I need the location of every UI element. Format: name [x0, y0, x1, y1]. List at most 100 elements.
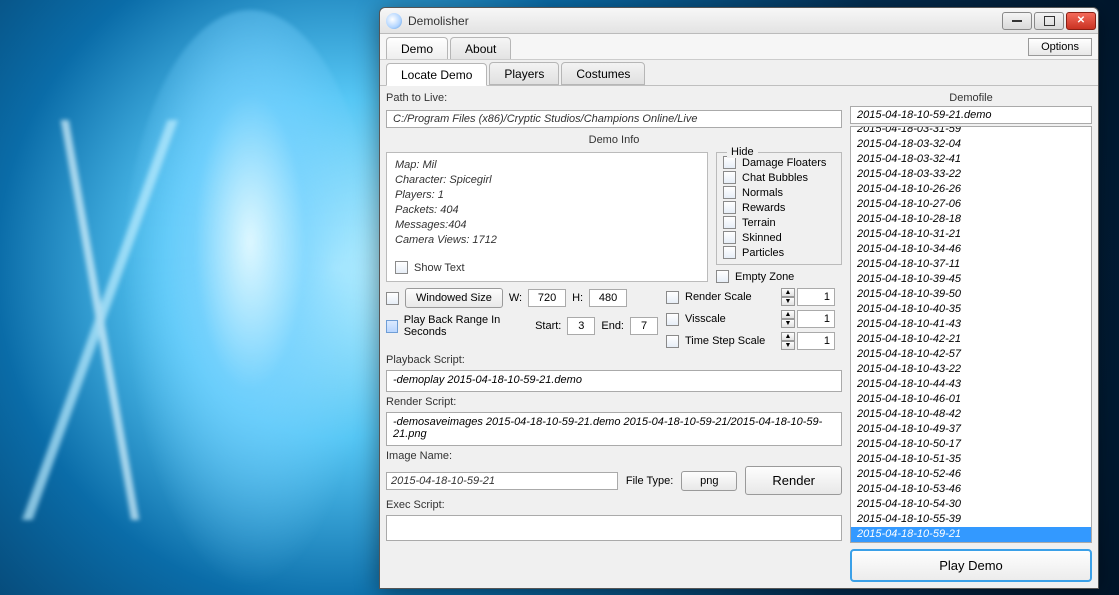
demofile-item[interactable]: 2015-04-18-10-27-06 — [851, 197, 1091, 212]
demofile-item[interactable]: 2015-04-18-10-39-50 — [851, 287, 1091, 302]
demofile-item[interactable]: 2015-04-18-10-46-01 — [851, 392, 1091, 407]
demofile-heading: Demofile — [850, 90, 1092, 106]
render-scale-spinner[interactable]: ▲▼ — [781, 288, 835, 306]
left-pane: Path to Live: C:/Program Files (x86)/Cry… — [380, 86, 848, 588]
hide-item: Chat Bubbles — [723, 170, 835, 185]
demofile-item[interactable]: 2015-04-18-10-49-37 — [851, 422, 1091, 437]
empty-zone-label: Empty Zone — [735, 271, 794, 283]
windowed-size-checkbox[interactable] — [386, 292, 399, 305]
hide-item: Normals — [723, 185, 835, 200]
demofile-item[interactable]: 2015-04-18-10-42-57 — [851, 347, 1091, 362]
options-button[interactable]: Options — [1028, 38, 1092, 56]
info-packets: Packets: 404 — [395, 204, 699, 216]
demofile-item[interactable]: 2015-04-18-10-28-18 — [851, 212, 1091, 227]
info-character: Character: Spicegirl — [395, 174, 699, 186]
visscale-checkbox[interactable] — [666, 313, 679, 326]
demofile-item[interactable]: 2015-04-18-03-32-04 — [851, 137, 1091, 152]
main-tab-bar: Demo About Options — [380, 34, 1098, 60]
demofile-item[interactable]: 2015-04-18-10-48-42 — [851, 407, 1091, 422]
sub-tab-bar: Locate Demo Players Costumes — [380, 60, 1098, 86]
demofile-item[interactable]: 2015-04-18-10-43-22 — [851, 362, 1091, 377]
hide-checkbox[interactable] — [723, 201, 736, 214]
demofile-item[interactable]: 2015-04-18-10-51-35 — [851, 452, 1091, 467]
subtab-costumes[interactable]: Costumes — [561, 62, 645, 85]
hide-checkbox[interactable] — [723, 246, 736, 259]
demofile-item[interactable]: 2015-04-18-10-34-46 — [851, 242, 1091, 257]
minimize-button[interactable] — [1002, 12, 1032, 30]
timestep-value[interactable] — [797, 332, 835, 350]
demofile-item[interactable]: 2015-04-18-10-54-30 — [851, 497, 1091, 512]
height-input[interactable] — [589, 289, 627, 307]
timestep-label: Time Step Scale — [685, 335, 775, 347]
window-title: Demolisher — [408, 14, 469, 28]
demofile-item[interactable]: 2015-04-18-03-32-41 — [851, 152, 1091, 167]
maximize-button[interactable] — [1034, 12, 1064, 30]
image-name-input[interactable] — [386, 472, 618, 490]
subtab-players[interactable]: Players — [489, 62, 559, 85]
demofile-item[interactable]: 2015-04-18-10-31-21 — [851, 227, 1091, 242]
file-type-select[interactable]: png — [681, 471, 737, 491]
hide-item: Rewards — [723, 200, 835, 215]
content-area: Path to Live: C:/Program Files (x86)/Cry… — [380, 86, 1098, 588]
exec-script-box[interactable] — [386, 515, 842, 541]
right-pane: Demofile 2015-04-18-10-59-21.demo 2015-0… — [848, 86, 1098, 588]
w-label: W: — [509, 292, 522, 304]
hide-item: Skinned — [723, 230, 835, 245]
exec-script-label: Exec Script: — [386, 499, 842, 511]
path-input[interactable]: C:/Program Files (x86)/Cryptic Studios/C… — [386, 110, 842, 128]
demofile-list[interactable]: 2015-04-18-03-31-592015-04-18-03-32-0420… — [850, 126, 1092, 543]
tab-about[interactable]: About — [450, 37, 511, 59]
close-button[interactable] — [1066, 12, 1096, 30]
window-controls — [1002, 12, 1096, 30]
timestep-checkbox[interactable] — [666, 335, 679, 348]
demofile-item[interactable]: 2015-04-18-10-53-46 — [851, 482, 1091, 497]
demofile-current[interactable]: 2015-04-18-10-59-21.demo — [850, 106, 1092, 124]
demofile-item[interactable]: 2015-04-18-10-42-21 — [851, 332, 1091, 347]
start-input[interactable] — [567, 317, 595, 335]
demofile-item[interactable]: 2015-04-18-10-26-26 — [851, 182, 1091, 197]
hide-checkbox[interactable] — [723, 186, 736, 199]
demofile-item[interactable]: 2015-04-18-10-40-35 — [851, 302, 1091, 317]
playback-range-checkbox[interactable] — [386, 320, 398, 333]
end-input[interactable] — [630, 317, 658, 335]
show-text-checkbox[interactable] — [395, 261, 408, 274]
width-input[interactable] — [528, 289, 566, 307]
demofile-item[interactable]: 2015-04-18-10-59-21 — [851, 527, 1091, 542]
info-messages: Messages:404 — [395, 219, 699, 231]
demofile-item[interactable]: 2015-04-18-03-33-22 — [851, 167, 1091, 182]
hide-checkbox[interactable] — [723, 231, 736, 244]
demofile-item[interactable]: 2015-04-18-03-31-59 — [851, 126, 1091, 137]
demofile-item[interactable]: 2015-04-18-10-55-39 — [851, 512, 1091, 527]
demofile-item[interactable]: 2015-04-18-10-52-46 — [851, 467, 1091, 482]
demofile-item[interactable]: 2015-04-18-10-41-43 — [851, 317, 1091, 332]
file-type-label: File Type: — [626, 475, 674, 487]
hide-label: Chat Bubbles — [742, 172, 808, 184]
app-icon — [386, 13, 402, 29]
playback-script-box[interactable]: -demoplay 2015-04-18-10-59-21.demo — [386, 370, 842, 392]
render-scale-checkbox[interactable] — [666, 291, 679, 304]
demofile-item[interactable]: 2015-04-18-10-39-45 — [851, 272, 1091, 287]
demofile-item[interactable]: 2015-04-18-10-37-11 — [851, 257, 1091, 272]
visscale-label: Visscale — [685, 313, 775, 325]
demofile-item[interactable]: 2015-04-18-10-44-43 — [851, 377, 1091, 392]
play-demo-button[interactable]: Play Demo — [850, 549, 1092, 582]
render-button[interactable]: Render — [745, 466, 842, 495]
visscale-value[interactable] — [797, 310, 835, 328]
visscale-spinner[interactable]: ▲▼ — [781, 310, 835, 328]
hide-label: Normals — [742, 187, 783, 199]
empty-zone-checkbox[interactable] — [716, 270, 729, 283]
demofile-item[interactable]: 2015-04-18-10-50-17 — [851, 437, 1091, 452]
tab-demo[interactable]: Demo — [386, 37, 448, 59]
path-label: Path to Live: — [386, 90, 842, 106]
info-map: Map: Mil — [395, 159, 699, 171]
info-players: Players: 1 — [395, 189, 699, 201]
hide-checkbox[interactable] — [723, 216, 736, 229]
render-script-label: Render Script: — [386, 396, 842, 408]
hide-label: Particles — [742, 247, 784, 259]
hide-checkbox[interactable] — [723, 171, 736, 184]
render-script-box[interactable]: -demosaveimages 2015-04-18-10-59-21.demo… — [386, 412, 842, 446]
timestep-spinner[interactable]: ▲▼ — [781, 332, 835, 350]
render-scale-value[interactable] — [797, 288, 835, 306]
subtab-locate-demo[interactable]: Locate Demo — [386, 63, 487, 86]
windowed-size-button[interactable]: Windowed Size — [405, 288, 503, 308]
